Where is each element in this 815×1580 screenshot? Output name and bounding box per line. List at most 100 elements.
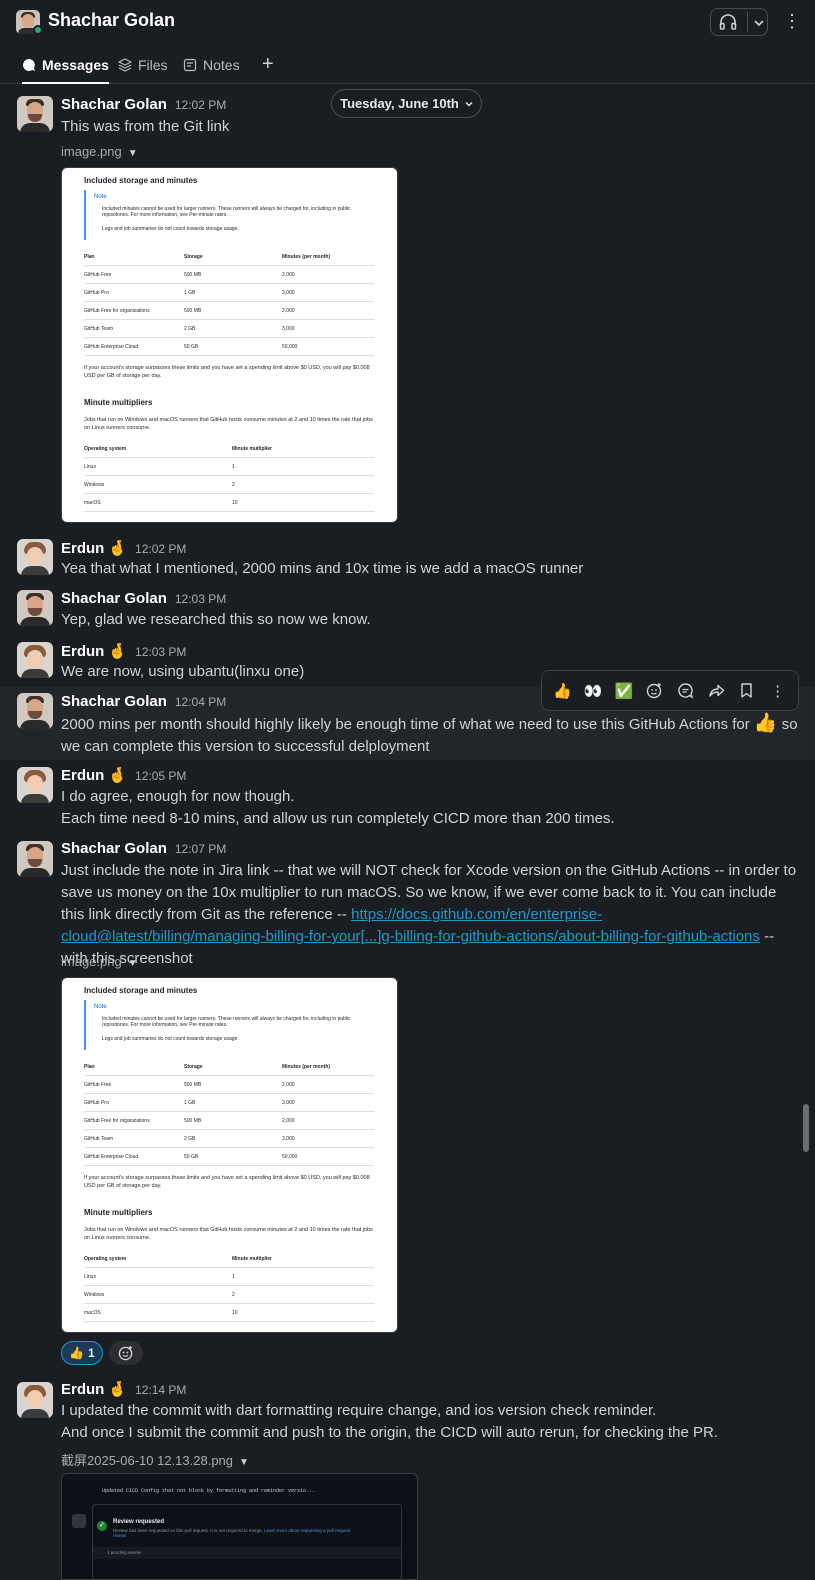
message-time[interactable]: 12:03 PM bbox=[175, 592, 226, 606]
note-item: Logs and job summaries do not count towa… bbox=[102, 226, 239, 232]
message-actions-toolbar: 👍 👀 ✅ ⋮ bbox=[541, 670, 799, 711]
reaction-thumbs-up[interactable]: 👍 1 bbox=[61, 1341, 103, 1365]
channel-header: Shachar Golan ⋮ Messages Files Notes + bbox=[0, 0, 815, 84]
avatar[interactable] bbox=[17, 539, 53, 575]
screenshot-note: Note Included minutes cannot be used for… bbox=[84, 1000, 374, 1050]
bookmark-icon[interactable] bbox=[733, 676, 762, 706]
more-actions-icon[interactable]: ⋮ bbox=[763, 676, 792, 706]
tab-messages[interactable]: Messages bbox=[22, 48, 109, 84]
image-attachment[interactable]: Included storage and minutes Note Includ… bbox=[61, 167, 398, 523]
reviewer-row: 1 pending review bbox=[93, 1547, 401, 1559]
screenshot-table: Operating system Minute multiplier Linux 1… bbox=[84, 440, 374, 512]
status-emoji[interactable]: 🤞 bbox=[108, 767, 127, 784]
git-pull-request-icon bbox=[72, 1514, 86, 1528]
thumbs-up-emoji: 👍 bbox=[753, 713, 778, 734]
note-item: Included minutes cannot be used for larg… bbox=[102, 1016, 351, 1028]
file-name[interactable]: image.png ▼ bbox=[61, 144, 138, 159]
message-time[interactable]: 12:05 PM bbox=[135, 769, 186, 783]
message-time[interactable]: 12:03 PM bbox=[135, 645, 186, 659]
huddle-button[interactable] bbox=[710, 8, 768, 36]
message-icon bbox=[23, 59, 35, 71]
more-options-icon[interactable]: ⋮ bbox=[783, 9, 801, 35]
author-name[interactable]: Erdun 🤞 12:03 PM bbox=[61, 642, 186, 660]
channel-title[interactable]: Shachar Golan bbox=[48, 10, 175, 31]
image-attachment[interactable]: Included storage and minutes Note Includ… bbox=[61, 977, 398, 1333]
message-text: I updated the commit with dart formattin… bbox=[61, 1402, 718, 1441]
screenshot-heading: Minute multipliers bbox=[84, 1208, 153, 1217]
message[interactable]: Erdun 🤞 12:02 PM Yea that what I mentioned… bbox=[0, 534, 815, 578]
add-tab-button[interactable]: + bbox=[262, 52, 274, 76]
status-emoji[interactable]: 🤞 bbox=[108, 643, 127, 660]
screenshot-note: Note Included minutes cannot be used for… bbox=[84, 190, 374, 240]
message-text: This was from the Git link bbox=[61, 118, 230, 135]
reply-in-thread-icon[interactable] bbox=[671, 676, 700, 706]
author-name[interactable]: Erdun 🤞 12:14 PM bbox=[61, 1380, 186, 1398]
caret-down-icon[interactable]: ▼ bbox=[128, 958, 138, 969]
message[interactable]: Erdun 🤞 12:05 PM I do agree, enough for no… bbox=[0, 760, 815, 834]
screenshot-heading: Included storage and minutes bbox=[84, 986, 198, 995]
message-text: Just include the note in Jira link -- th… bbox=[61, 862, 797, 967]
message-time[interactable]: 12:07 PM bbox=[175, 842, 226, 856]
message-text: Yep, glad we researched this so now we k… bbox=[61, 611, 371, 628]
message-time[interactable]: 12:04 PM bbox=[175, 695, 226, 709]
files-icon bbox=[118, 58, 132, 72]
review-text: Review has been requested on this pull r… bbox=[113, 1528, 351, 1538]
chevron-down-icon bbox=[465, 101, 473, 106]
scrollbar-thumb[interactable] bbox=[803, 1104, 809, 1152]
status-emoji[interactable]: 🤞 bbox=[108, 1381, 127, 1398]
chevron-down-icon[interactable] bbox=[753, 13, 765, 33]
caret-down-icon[interactable]: ▼ bbox=[239, 1457, 249, 1468]
message-time[interactable]: 12:02 PM bbox=[135, 542, 186, 556]
avatar[interactable] bbox=[17, 693, 53, 729]
message-time[interactable]: 12:02 PM bbox=[175, 98, 226, 112]
author-name[interactable]: Shachar Golan 12:04 PM bbox=[61, 693, 226, 710]
author-name[interactable]: Shachar Golan 12:07 PM bbox=[61, 840, 226, 857]
avatar[interactable] bbox=[17, 590, 53, 626]
screenshot-paragraph: If your account's storage surpasses thes… bbox=[84, 1175, 370, 1189]
author-name[interactable]: Erdun 🤞 12:02 PM bbox=[61, 539, 186, 557]
tab-messages-label: Messages bbox=[42, 57, 109, 73]
note-title: Note bbox=[94, 194, 107, 200]
add-reaction-icon[interactable] bbox=[640, 676, 669, 706]
tab-notes[interactable]: Notes bbox=[183, 48, 240, 82]
file-name[interactable]: image.png ▼ bbox=[61, 954, 138, 969]
avatar[interactable] bbox=[17, 642, 53, 678]
add-reaction-button[interactable] bbox=[108, 1341, 143, 1365]
screenshot-table: Plan Storage Minutes (per month) GitHub Fr… bbox=[84, 248, 374, 356]
image-attachment[interactable]: Updated CICD Config that not block by fo… bbox=[61, 1473, 418, 1580]
file-name[interactable]: 截屏2025-06-10 12.13.28.png ▼ bbox=[61, 1450, 249, 1469]
notes-icon bbox=[183, 58, 197, 72]
message-text: I do agree, enough for now though. Each t… bbox=[61, 788, 615, 827]
author-name[interactable]: Shachar Golan 12:02 PM bbox=[61, 96, 226, 113]
author-name[interactable]: Erdun 🤞 12:05 PM bbox=[61, 766, 186, 784]
react-thumbs-up-button[interactable]: 👍 bbox=[548, 676, 577, 706]
screenshot-heading: Included storage and minutes bbox=[84, 176, 198, 185]
caret-down-icon[interactable]: ▼ bbox=[128, 148, 138, 159]
tab-files[interactable]: Files bbox=[118, 48, 168, 82]
react-check-button[interactable]: ✅ bbox=[610, 676, 639, 706]
note-item: Logs and job summaries do not count towa… bbox=[102, 1036, 239, 1042]
status-emoji[interactable]: 🤞 bbox=[108, 540, 127, 557]
avatar[interactable] bbox=[17, 841, 53, 877]
screenshot-heading: Minute multipliers bbox=[84, 398, 153, 407]
note-item: Included minutes cannot be used for larg… bbox=[102, 206, 351, 218]
review-title: Review requested bbox=[113, 1519, 165, 1525]
tab-notes-label: Notes bbox=[203, 57, 240, 73]
react-eyes-button[interactable]: 👀 bbox=[579, 676, 608, 706]
forward-icon[interactable] bbox=[702, 676, 731, 706]
review-box: ✓ Review requested Review has been reque… bbox=[92, 1504, 402, 1579]
message-time[interactable]: 12:14 PM bbox=[135, 1383, 186, 1397]
date-divider[interactable]: Tuesday, June 10th bbox=[331, 89, 482, 118]
headphones-icon bbox=[719, 14, 737, 30]
message-text: Yea that what I mentioned, 2000 mins and… bbox=[61, 560, 584, 577]
author-name[interactable]: Shachar Golan 12:03 PM bbox=[61, 590, 226, 607]
note-title: Note bbox=[94, 1004, 107, 1010]
avatar[interactable] bbox=[17, 96, 53, 132]
message[interactable]: Shachar Golan 12:03 PM Yep, glad we resea… bbox=[0, 585, 815, 629]
avatar[interactable] bbox=[17, 1382, 53, 1418]
screenshot-paragraph: Jobs that run on Windows and macOS runne… bbox=[84, 1227, 373, 1241]
screenshot-paragraph: If your account's storage surpasses thes… bbox=[84, 365, 370, 379]
avatar[interactable] bbox=[17, 767, 53, 803]
date-divider-label: Tuesday, June 10th bbox=[340, 96, 459, 111]
screenshot-table: Operating system Minute multiplier Linux 1… bbox=[84, 1250, 374, 1322]
